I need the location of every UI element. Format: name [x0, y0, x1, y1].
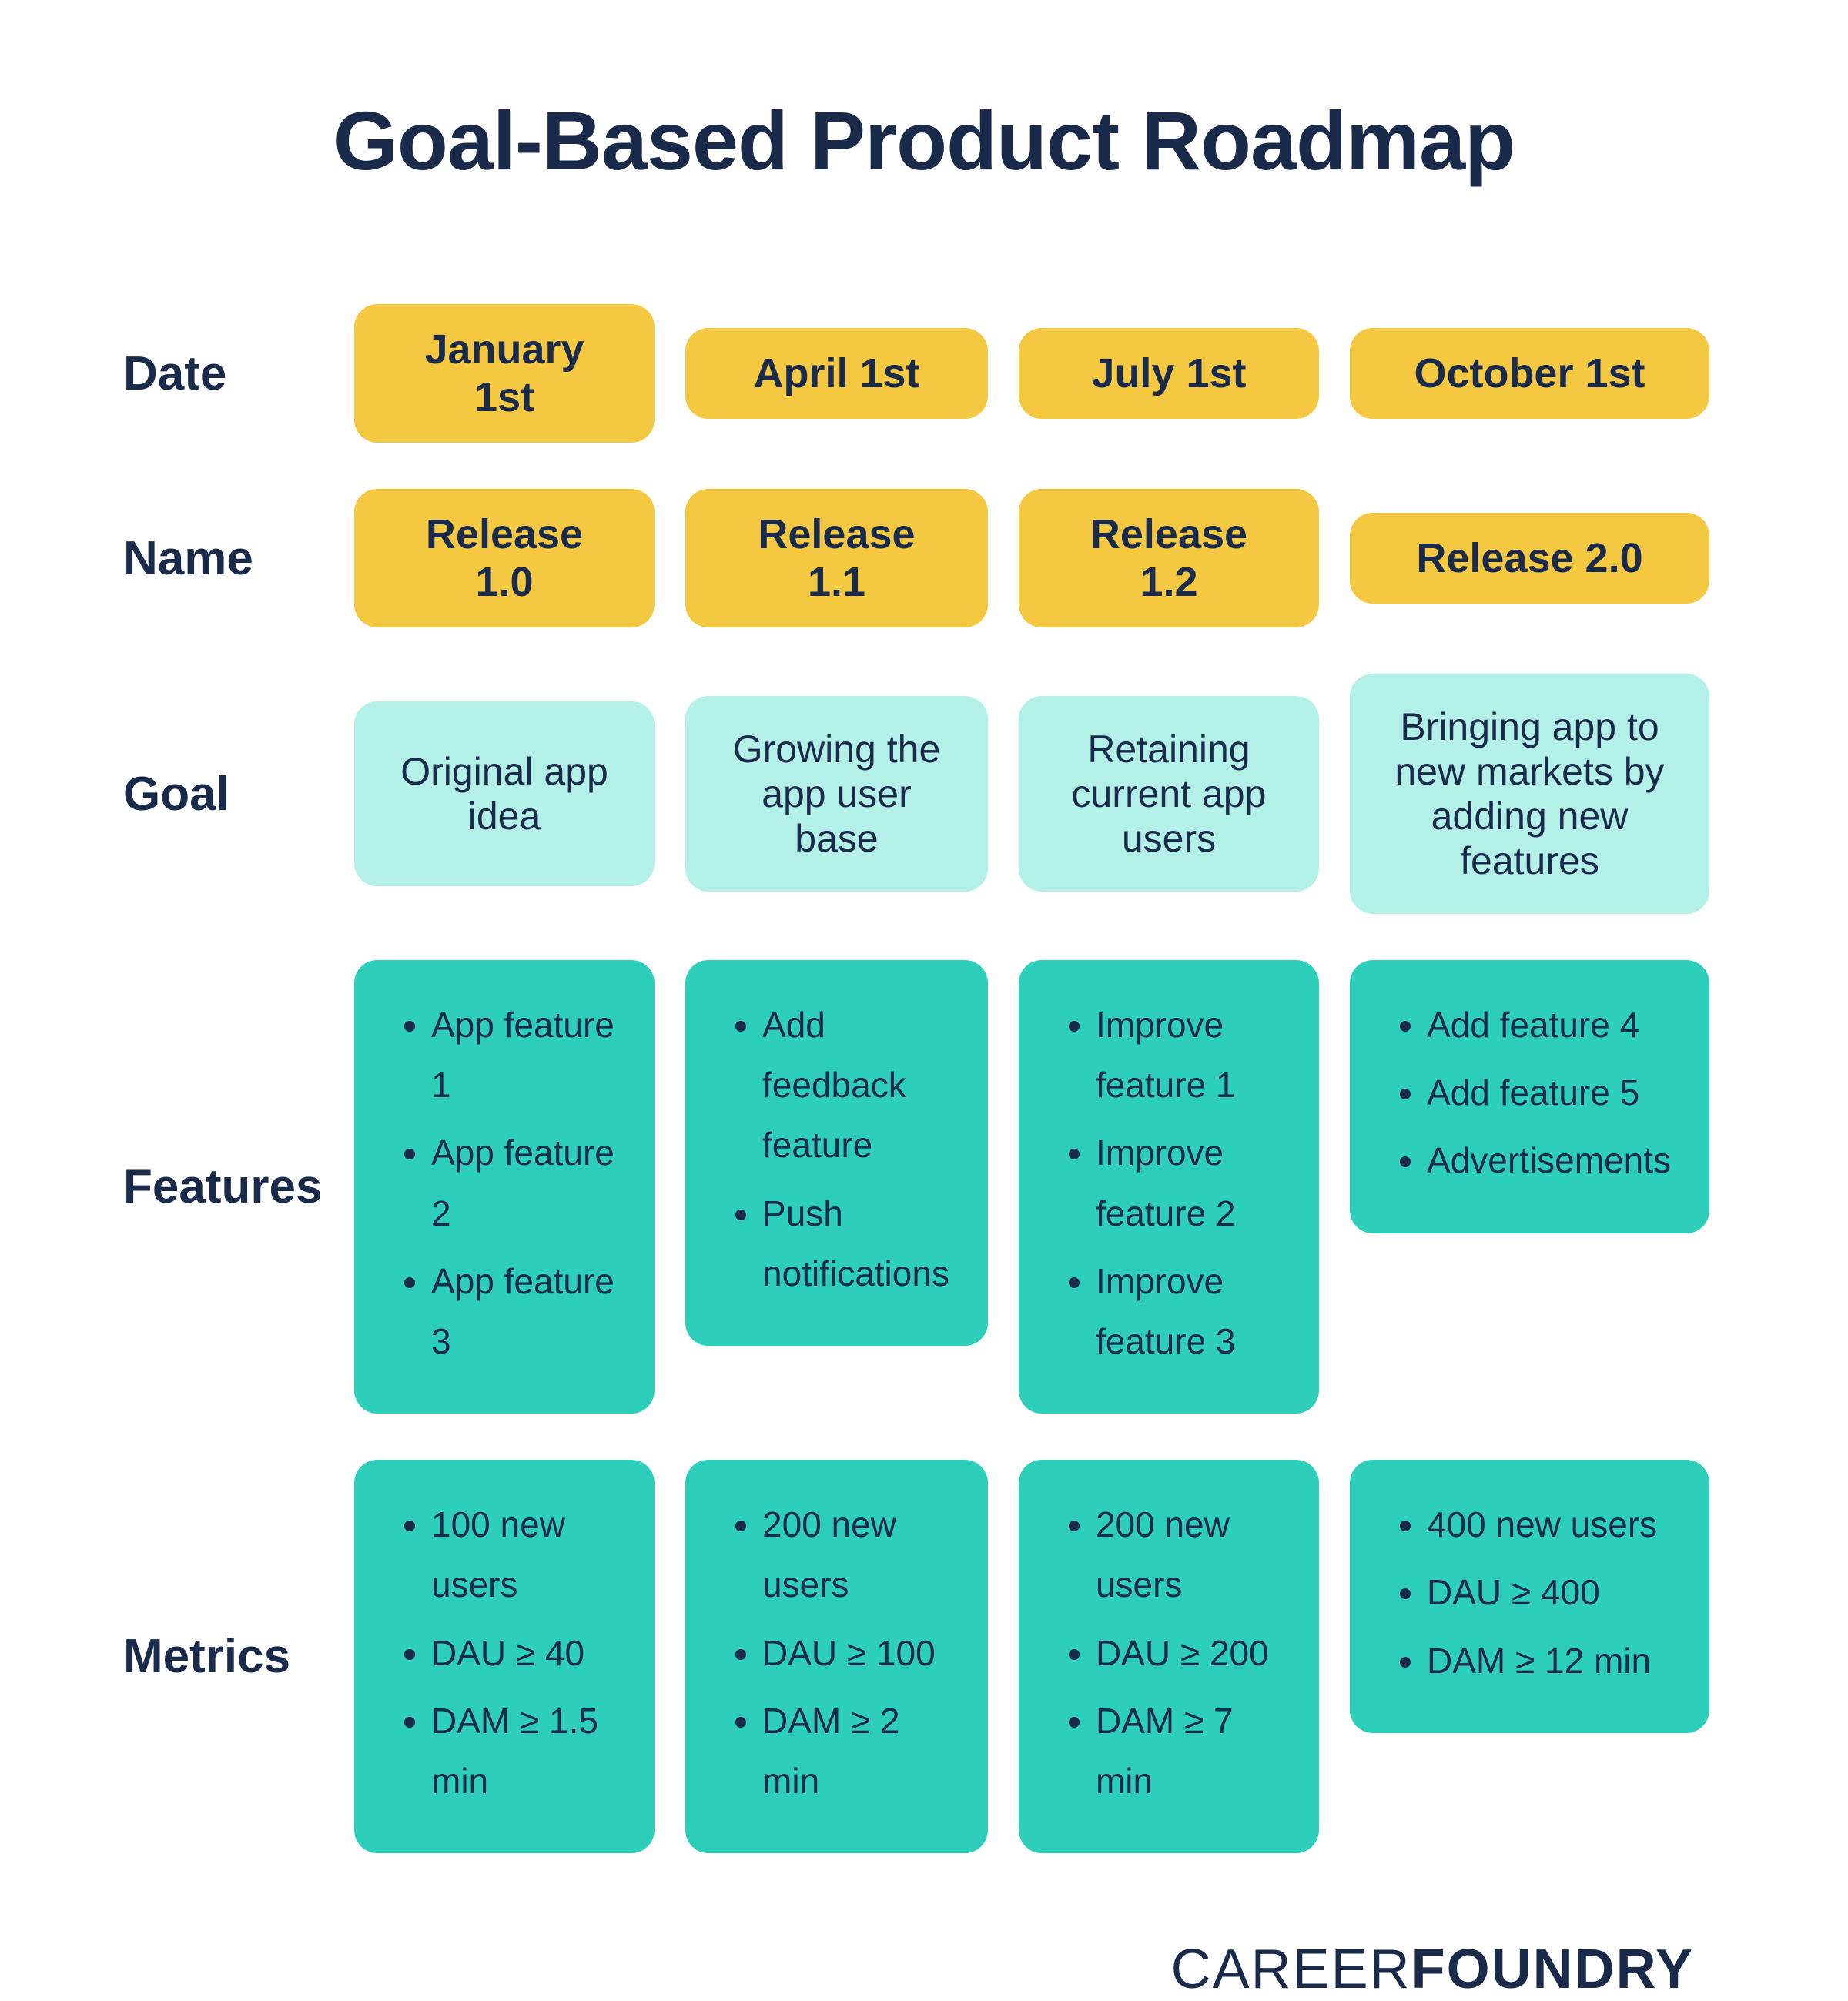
- date-badge-3: July 1st: [1019, 328, 1319, 419]
- date-cell-4: October 1st: [1334, 281, 1725, 466]
- metrics-cell-2: 200 new users DAU ≥ 100 DAM ≥ 2 min: [670, 1437, 1003, 1876]
- name-cell-3: Release 1.2: [1003, 466, 1334, 651]
- goal-badge-2: Growing the app user base: [685, 696, 988, 892]
- goal-row-label: Goal: [123, 651, 339, 937]
- metrics-list-2: 200 new users DAU ≥ 100 DAM ≥ 2 min: [724, 1494, 949, 1811]
- metrics-list-3: 200 new users DAU ≥ 200 DAM ≥ 7 min: [1057, 1494, 1281, 1811]
- date-cell-2: April 1st: [670, 281, 1003, 466]
- list-item: DAM ≥ 1.5 min: [431, 1691, 616, 1811]
- page-title: Goal-Based Product Roadmap: [333, 92, 1515, 189]
- features-row-label: Features: [123, 937, 339, 1437]
- list-item: 200 new users: [762, 1494, 949, 1615]
- list-item: Add feedback feature: [762, 995, 949, 1176]
- list-item: App feature 3: [431, 1251, 616, 1371]
- features-list-3: Improve feature 1 Improve feature 2 Impr…: [1057, 995, 1281, 1371]
- roadmap-table: Date January 1st April 1st July 1st Octo…: [123, 281, 1725, 1876]
- features-list-4: Add feature 4 Add feature 5 Advertisemen…: [1388, 995, 1671, 1191]
- name-cell-2: Release 1.1: [670, 466, 1003, 651]
- date-badge-2: April 1st: [685, 328, 988, 419]
- list-item: DAM ≥ 12 min: [1427, 1631, 1671, 1691]
- features-badge-2: Add feedback feature Push notifications: [685, 960, 988, 1346]
- metrics-cell-3: 200 new users DAU ≥ 200 DAM ≥ 7 min: [1003, 1437, 1334, 1876]
- list-item: DAU ≥ 100: [762, 1623, 949, 1683]
- name-badge-2: Release 1.1: [685, 489, 988, 627]
- metrics-list-1: 100 new users DAU ≥ 40 DAM ≥ 1.5 min: [393, 1494, 616, 1811]
- features-cell-4: Add feature 4 Add feature 5 Advertisemen…: [1334, 937, 1725, 1437]
- features-list-1: App feature 1 App feature 2 App feature …: [393, 995, 616, 1371]
- logo-foundry: FOUNDRY: [1411, 1939, 1694, 2000]
- name-row-label: Name: [123, 466, 339, 651]
- careerfoundry-logo: CAREERFOUNDRY: [1171, 1938, 1694, 2001]
- list-item: Improve feature 2: [1096, 1123, 1281, 1243]
- list-item: DAU ≥ 200: [1096, 1623, 1281, 1683]
- features-badge-3: Improve feature 1 Improve feature 2 Impr…: [1019, 960, 1319, 1414]
- name-cell-4: Release 2.0: [1334, 466, 1725, 651]
- logo-container: CAREERFOUNDRY: [123, 1938, 1725, 2001]
- metrics-cell-1: 100 new users DAU ≥ 40 DAM ≥ 1.5 min: [339, 1437, 670, 1876]
- list-item: Add feature 5: [1427, 1062, 1671, 1123]
- date-cell-3: July 1st: [1003, 281, 1334, 466]
- list-item: App feature 1: [431, 995, 616, 1115]
- metrics-badge-3: 200 new users DAU ≥ 200 DAM ≥ 7 min: [1019, 1460, 1319, 1853]
- goal-cell-2: Growing the app user base: [670, 651, 1003, 937]
- metrics-list-4: 400 new users DAU ≥ 400 DAM ≥ 12 min: [1388, 1494, 1671, 1691]
- metrics-row-label: Metrics: [123, 1437, 339, 1876]
- list-item: 100 new users: [431, 1494, 616, 1615]
- metrics-cell-4: 400 new users DAU ≥ 400 DAM ≥ 12 min: [1334, 1437, 1725, 1876]
- logo-career: CAREER: [1171, 1939, 1411, 2000]
- name-badge-1: Release 1.0: [354, 489, 654, 627]
- list-item: 200 new users: [1096, 1494, 1281, 1615]
- list-item: DAM ≥ 2 min: [762, 1691, 949, 1811]
- metrics-badge-4: 400 new users DAU ≥ 400 DAM ≥ 12 min: [1350, 1460, 1709, 1733]
- date-badge-4: October 1st: [1350, 328, 1709, 419]
- features-badge-4: Add feature 4 Add feature 5 Advertisemen…: [1350, 960, 1709, 1233]
- goal-cell-3: Retaining current app users: [1003, 651, 1334, 937]
- goal-cell-4: Bringing app to new markets by adding ne…: [1334, 651, 1725, 937]
- goal-badge-3: Retaining current app users: [1019, 696, 1319, 892]
- features-badge-1: App feature 1 App feature 2 App feature …: [354, 960, 654, 1414]
- goal-badge-1: Original app idea: [354, 701, 654, 886]
- features-cell-1: App feature 1 App feature 2 App feature …: [339, 937, 670, 1437]
- date-row-label: Date: [123, 281, 339, 466]
- name-badge-3: Release 1.2: [1019, 489, 1319, 627]
- list-item: DAU ≥ 40: [431, 1623, 616, 1683]
- list-item: Advertisements: [1427, 1130, 1671, 1190]
- features-cell-2: Add feedback feature Push notifications: [670, 937, 1003, 1437]
- features-list-2: Add feedback feature Push notifications: [724, 995, 949, 1303]
- name-cell-1: Release 1.0: [339, 466, 670, 651]
- list-item: DAM ≥ 7 min: [1096, 1691, 1281, 1811]
- date-badge-1: January 1st: [354, 304, 654, 443]
- name-badge-4: Release 2.0: [1350, 513, 1709, 604]
- list-item: 400 new users: [1427, 1494, 1671, 1554]
- list-item: Add feature 4: [1427, 995, 1671, 1055]
- features-cell-3: Improve feature 1 Improve feature 2 Impr…: [1003, 937, 1334, 1437]
- goal-badge-4: Bringing app to new markets by adding ne…: [1350, 674, 1709, 914]
- list-item: Push notifications: [762, 1183, 949, 1303]
- list-item: Improve feature 3: [1096, 1251, 1281, 1371]
- metrics-badge-1: 100 new users DAU ≥ 40 DAM ≥ 1.5 min: [354, 1460, 654, 1853]
- list-item: App feature 2: [431, 1123, 616, 1243]
- list-item: DAU ≥ 400: [1427, 1562, 1671, 1622]
- goal-cell-1: Original app idea: [339, 651, 670, 937]
- date-cell-1: January 1st: [339, 281, 670, 466]
- metrics-badge-2: 200 new users DAU ≥ 100 DAM ≥ 2 min: [685, 1460, 988, 1853]
- list-item: Improve feature 1: [1096, 995, 1281, 1115]
